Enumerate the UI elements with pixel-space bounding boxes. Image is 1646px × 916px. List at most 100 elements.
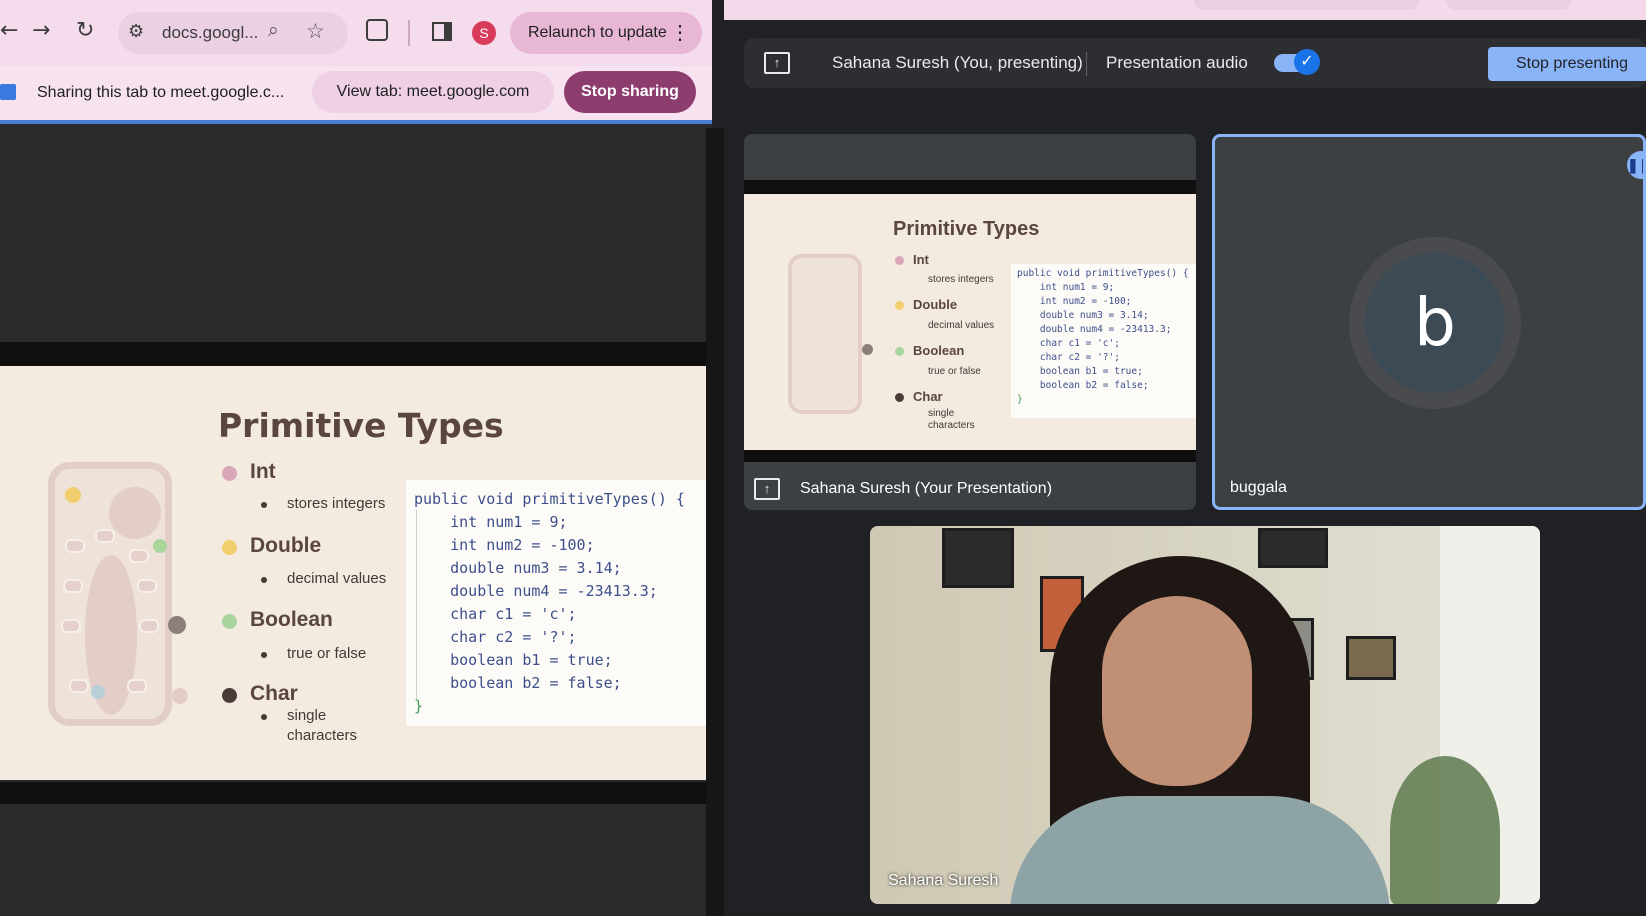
extensions-icon[interactable]	[366, 19, 388, 41]
forward-icon[interactable]: →	[32, 18, 50, 43]
profile-avatar[interactable]: S	[472, 21, 496, 45]
sharing-icon	[0, 84, 16, 100]
self-video-name: Sahana Suresh	[888, 872, 999, 889]
person-face	[1102, 596, 1252, 786]
code-line: char c1 = 'c';	[414, 605, 577, 623]
tab-pill[interactable]	[1446, 0, 1572, 10]
wall-frame	[942, 528, 1014, 588]
browser-window: ← → ↻ ⚙ docs.googl... ⌕ ☆ S Relaunch to …	[0, 0, 712, 916]
meet-window: ↑ Sahana Suresh (You, presenting) Presen…	[724, 0, 1646, 916]
mini-code-line: public void primitiveTypes() {	[1017, 268, 1189, 279]
cell-dot-yellow	[65, 487, 81, 503]
cell-illustration	[48, 462, 172, 726]
code-line: char c2 = '?';	[414, 628, 577, 646]
bullet-char-desc: single	[287, 707, 327, 724]
mini-dot-boolean	[895, 347, 904, 356]
avatar: b	[1365, 253, 1505, 393]
presentation-audio-toggle[interactable]: ✓	[1274, 49, 1320, 75]
cell-organelle	[95, 529, 115, 543]
view-tab-button[interactable]: View tab: meet.google.com	[312, 71, 554, 113]
wall-frame	[1258, 528, 1328, 568]
mini-code-block: public void primitiveTypes() { int num1 …	[1011, 264, 1196, 418]
cell-organelle	[61, 619, 81, 633]
code-line: int num1 = 9;	[414, 513, 568, 531]
bullet-boolean: Boolean	[250, 608, 333, 631]
plant	[1390, 756, 1500, 904]
mini-desc-int: stores integers	[928, 274, 994, 285]
present-screen-icon: ↑	[754, 478, 780, 500]
bookmark-star-icon[interactable]: ☆	[306, 19, 325, 44]
bullet-char-desc-2: characters	[287, 727, 358, 744]
cell-organelle	[129, 549, 149, 563]
browser-toolbar: ← → ↻ ⚙ docs.googl... ⌕ ☆ S Relaunch to …	[0, 0, 712, 66]
bullet-dot-char	[222, 688, 237, 703]
bullet-char: Char	[250, 682, 298, 705]
bullet-dot-boolean	[222, 614, 237, 629]
mini-code-line: int num2 = -100;	[1017, 296, 1132, 307]
more-menu-icon[interactable]: ⋮	[670, 12, 690, 54]
mini-cell-dot	[862, 344, 873, 355]
tab-pill[interactable]	[1194, 0, 1420, 10]
toolbar-divider	[408, 20, 410, 46]
participant-name: buggala	[1230, 479, 1287, 496]
letterbox-top	[0, 342, 706, 366]
participant-tile[interactable]: b ❚❚❚ buggala	[1212, 134, 1646, 510]
slide: Primitive Types Int stores integers Doub…	[0, 366, 706, 780]
tab-sharing-bar: Sharing this tab to meet.google.c... Vie…	[0, 66, 712, 124]
cell-organelle	[137, 579, 157, 593]
bullet-double-desc: decimal values	[287, 570, 387, 587]
mini-item-char: Char	[913, 389, 943, 404]
slide-title: Primitive Types	[218, 406, 504, 445]
stop-sharing-button[interactable]: Stop sharing	[564, 71, 696, 113]
window-divider	[706, 128, 724, 916]
code-line: boolean b2 = false;	[414, 674, 622, 692]
self-video-tile[interactable]: Sahana Suresh	[870, 526, 1540, 904]
bullet-dot-int	[222, 466, 237, 481]
zoom-icon[interactable]: ⌕	[268, 20, 279, 42]
mini-dot-char	[895, 393, 904, 402]
sub-bullet	[261, 714, 267, 720]
address-bar[interactable]: ⚙ docs.googl... ⌕ ☆	[118, 12, 348, 54]
code-block[interactable]: public void primitiveTypes() { int num1 …	[406, 480, 706, 726]
cell-organelle	[139, 619, 159, 633]
mini-dot-int	[895, 256, 904, 265]
mini-code-line: double num3 = 3.14;	[1017, 310, 1149, 321]
presenting-bar: ↑ Sahana Suresh (You, presenting) Presen…	[744, 38, 1646, 88]
bullet-dot-double	[222, 540, 237, 555]
reload-icon[interactable]: ↻	[76, 18, 94, 43]
stop-presenting-button[interactable]: Stop presenting	[1488, 47, 1646, 81]
back-icon[interactable]: ←	[0, 18, 18, 43]
letterbox-bottom	[0, 782, 706, 804]
cell-dot-pink	[172, 688, 188, 704]
presenter-label: Sahana Suresh (You, presenting)	[832, 53, 1083, 72]
mini-code-line: boolean b1 = true;	[1017, 366, 1143, 377]
presentation-tile[interactable]: Primitive Types Int stores integers Doub…	[744, 134, 1196, 510]
code-line: }	[414, 697, 424, 715]
mini-item-boolean: Boolean	[913, 343, 965, 358]
code-line: double num3 = 3.14;	[414, 559, 622, 577]
mini-desc-boolean: true or false	[928, 366, 981, 377]
relaunch-button[interactable]: Relaunch to update ⋮	[510, 12, 702, 54]
letterbox-bottom	[744, 450, 1196, 462]
cell-organelle	[63, 579, 83, 593]
relaunch-label: Relaunch to update	[528, 24, 667, 41]
check-icon: ✓	[1294, 49, 1320, 75]
bullet-double: Double	[250, 534, 322, 557]
wall-frame	[1346, 636, 1396, 680]
code-line: public void primitiveTypes() {	[414, 490, 685, 508]
mini-cell-illustration	[788, 254, 862, 414]
sub-bullet	[261, 652, 267, 658]
presentation-preview: Primitive Types Int stores integers Doub…	[744, 180, 1196, 450]
mini-desc-char: single	[928, 408, 955, 419]
present-screen-icon: ↑	[764, 52, 790, 74]
mini-slide-title: Primitive Types	[893, 218, 1040, 240]
cell-dot-brown	[168, 616, 186, 634]
mini-code-line: double num4 = -23413.3;	[1017, 324, 1172, 335]
sub-bullet	[261, 502, 267, 508]
bar-divider	[1086, 52, 1087, 76]
site-settings-icon[interactable]: ⚙	[128, 21, 144, 42]
side-panel-icon[interactable]	[432, 22, 452, 41]
address-url: docs.googl...	[162, 23, 259, 42]
speaking-indicator-icon: ❚❚❚	[1627, 151, 1643, 179]
cell-organelle	[127, 679, 147, 693]
